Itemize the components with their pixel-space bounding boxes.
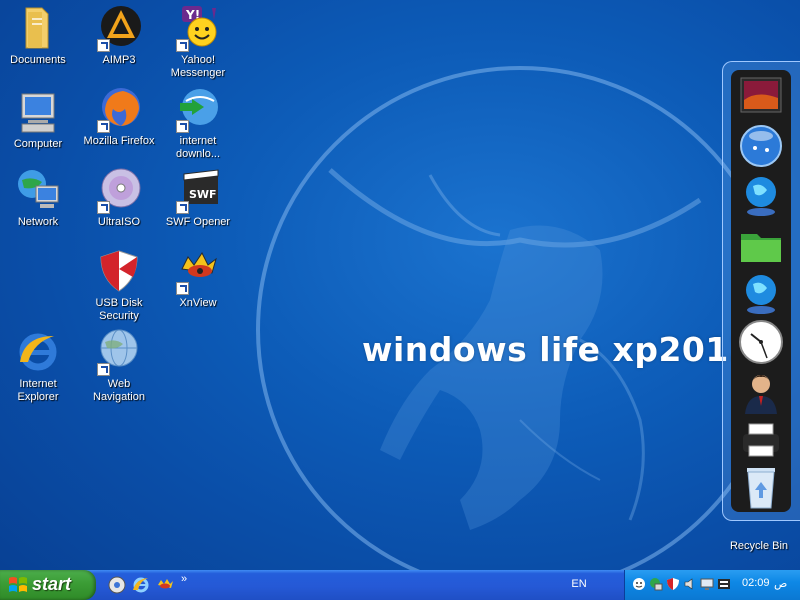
web-navigation-icon	[95, 328, 143, 376]
firefox-icon	[95, 85, 143, 133]
printer-icon[interactable]	[737, 416, 785, 464]
wallpaper-text: windows life xp2013	[362, 330, 753, 369]
usb-security-icon[interactable]	[666, 577, 680, 591]
desktop-icon-network[interactable]: Network	[1, 166, 75, 229]
desktop-icon-firefox[interactable]: Mozilla Firefox	[82, 85, 156, 148]
media-player-icon[interactable]	[108, 576, 126, 594]
desktop-icon-label: XnView	[179, 297, 217, 309]
internet-explorer-icon[interactable]	[132, 576, 150, 594]
desktop-icon-swf-opener[interactable]: SWF SWF Opener	[161, 166, 235, 229]
picture-frame-icon[interactable]	[737, 72, 785, 120]
monitor-icon[interactable]	[700, 577, 714, 591]
shortcut-arrow-icon	[176, 39, 189, 52]
windows-logo-icon	[9, 577, 27, 592]
network-icon	[14, 166, 62, 214]
desktop-icon-label: Network	[17, 216, 59, 228]
desktop-icon-label: internet downlo...	[175, 135, 221, 160]
shortcut-arrow-icon	[176, 120, 189, 133]
desktop-icon-label: USB Disk Security	[95, 297, 143, 322]
blue-globe-icon[interactable]	[737, 270, 785, 318]
desktop-icon-computer[interactable]: Computer	[1, 88, 75, 151]
desktop-icon-label: UltraISO	[97, 216, 141, 228]
computer-icon	[14, 88, 62, 136]
desktop-icon-label: Web Navigation	[93, 378, 145, 403]
start-button[interactable]: start	[0, 570, 96, 600]
green-folder-icon[interactable]	[737, 222, 785, 270]
globe-icon[interactable]	[737, 122, 785, 170]
aimp-icon	[95, 4, 143, 52]
desktop-icon-xnview[interactable]: XnView	[161, 247, 235, 310]
desktop-icon-web-navigation[interactable]: Web Navigation	[82, 328, 156, 404]
desktop-icon-aimp3[interactable]: AIMP3	[82, 4, 156, 67]
internet-download-manager-icon	[174, 85, 222, 133]
blue-globe-icon[interactable]	[737, 172, 785, 220]
desktop-icon-label: Computer	[13, 138, 63, 150]
download-icon[interactable]	[717, 577, 731, 591]
desktop-icon-label: Mozilla Firefox	[83, 135, 155, 147]
speaker-icon[interactable]	[683, 577, 697, 591]
desktop-icon-ultraiso[interactable]: UltraISO	[82, 166, 156, 229]
clock-time[interactable]: 02:09	[742, 577, 770, 589]
desktop-icon-label: Yahoo! Messenger	[170, 54, 226, 79]
internet-explorer-icon	[14, 328, 62, 376]
shortcut-arrow-icon	[97, 120, 110, 133]
shortcut-arrow-icon	[97, 363, 110, 376]
desktop-icon-documents[interactable]: Documents	[1, 4, 75, 67]
recycle-bin-label[interactable]: Recycle Bin	[722, 540, 796, 552]
start-label: start	[32, 574, 72, 594]
user-icon[interactable]	[737, 368, 785, 416]
language-indicator[interactable]: EN	[567, 575, 591, 593]
clock-icon[interactable]	[737, 318, 785, 366]
recycle-bin-icon[interactable]	[737, 462, 785, 510]
shortcut-arrow-icon	[97, 39, 110, 52]
ultraiso-icon	[95, 166, 143, 214]
folder-icon	[14, 4, 62, 52]
desktop-icon-yahoo-messenger[interactable]: Y! Yahoo! Messenger	[161, 4, 235, 80]
usb-disk-security-icon	[95, 247, 143, 295]
desktop-icon-label: AIMP3	[102, 54, 136, 66]
network-icon[interactable]	[649, 577, 663, 591]
desktop-icon-label: Internet Explorer	[17, 378, 59, 403]
quick-launch-overflow[interactable]: »	[181, 573, 187, 585]
dock-panel	[731, 70, 791, 512]
xnview-icon[interactable]	[156, 576, 174, 594]
desktop-icon-label: Documents	[10, 54, 66, 66]
shortcut-arrow-icon	[176, 282, 189, 295]
clock-period: ص	[774, 578, 788, 590]
xnview-icon	[174, 247, 222, 295]
svg-text:SWF: SWF	[189, 188, 217, 201]
dock	[722, 61, 800, 521]
desktop-icon-internet-download-manager[interactable]: internet downlo...	[161, 85, 235, 161]
desktop-icon-internet-explorer[interactable]: Internet Explorer	[1, 328, 75, 404]
yahoo-messenger-icon: Y!	[174, 4, 222, 52]
desktop-icon-label: SWF Opener	[165, 216, 231, 228]
smiley-icon[interactable]	[632, 577, 646, 591]
shortcut-arrow-icon	[97, 201, 110, 214]
swf-opener-icon: SWF	[174, 166, 222, 214]
desktop-icon-usb-disk-security[interactable]: USB Disk Security	[82, 247, 156, 323]
shortcut-arrow-icon	[176, 201, 189, 214]
